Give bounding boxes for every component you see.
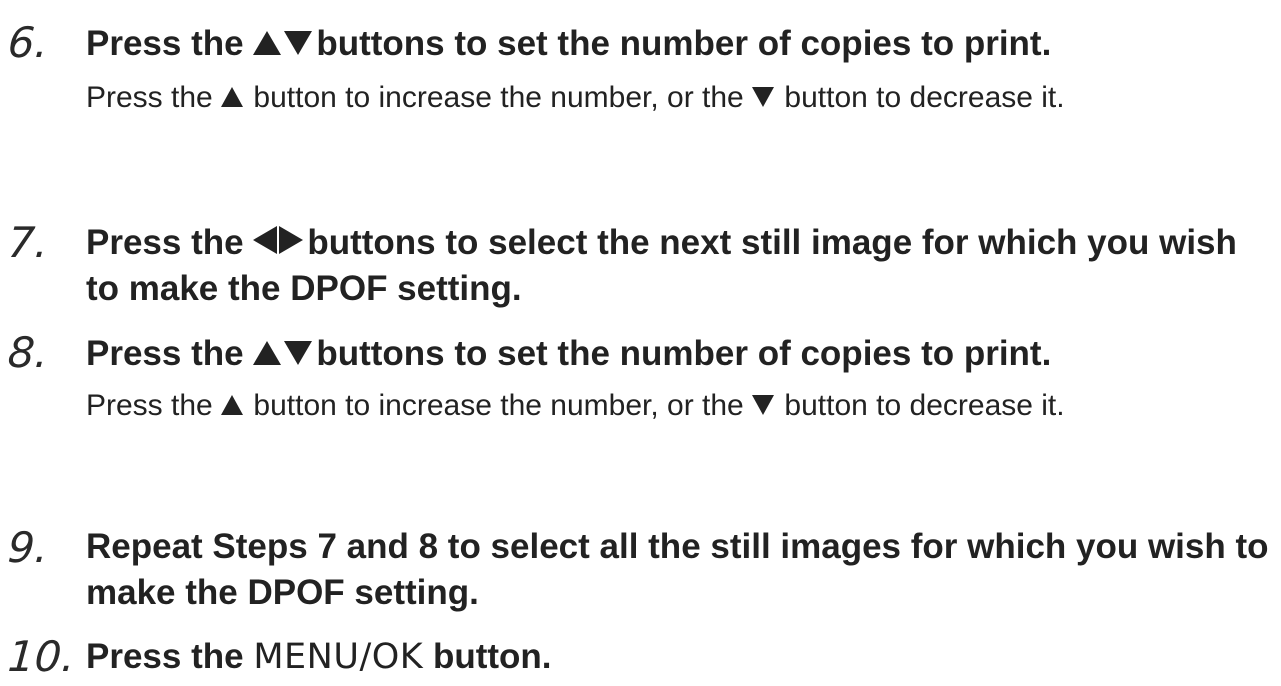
step-number: 9. xyxy=(6,523,50,572)
step-heading: Press the buttons to set the number of c… xyxy=(86,331,1276,377)
down-triangle-icon xyxy=(284,31,313,55)
heading-text: Press the xyxy=(86,637,244,676)
heading-text: Press the xyxy=(86,24,244,63)
step-body: Press the button to increase the number,… xyxy=(86,77,1276,119)
up-triangle-icon xyxy=(221,395,244,415)
body-text: button to decrease it. xyxy=(784,389,1065,422)
heading-text: buttons to set the number of copies to p… xyxy=(316,334,1052,373)
step-heading: Press the MENU/OK button. xyxy=(86,634,1276,680)
step-number: 10. xyxy=(6,632,77,681)
heading-text: button. xyxy=(432,637,552,676)
heading-text: Press the xyxy=(86,334,244,373)
step-heading: Press the buttons to select the next sti… xyxy=(86,220,1276,312)
body-text: button to decrease it. xyxy=(784,81,1065,114)
down-triangle-icon xyxy=(752,87,775,107)
down-triangle-icon xyxy=(284,341,313,365)
step-number: 6. xyxy=(6,18,50,67)
up-triangle-icon xyxy=(221,87,244,107)
body-text: Press the xyxy=(86,81,213,114)
step-heading: Press the buttons to set the number of c… xyxy=(86,21,1276,67)
body-text: button to increase the number, or the xyxy=(253,389,744,422)
heading-text: buttons to set the number of copies to p… xyxy=(316,24,1052,63)
up-triangle-icon xyxy=(253,31,282,55)
body-text: button to increase the number, or the xyxy=(253,81,744,114)
step-number: 7. xyxy=(6,218,50,267)
up-triangle-icon xyxy=(253,341,282,365)
body-text: Press the xyxy=(86,389,213,422)
menu-ok-button-label: MENU/OK xyxy=(253,637,424,677)
left-triangle-icon xyxy=(253,226,278,254)
down-triangle-icon xyxy=(752,395,775,415)
step-number: 8. xyxy=(6,328,50,377)
step-body: Press the button to increase the number,… xyxy=(86,385,1276,427)
right-triangle-icon xyxy=(279,226,304,254)
step-heading: Repeat Steps 7 and 8 to select all the s… xyxy=(86,527,1269,612)
heading-text: Press the xyxy=(86,223,244,262)
